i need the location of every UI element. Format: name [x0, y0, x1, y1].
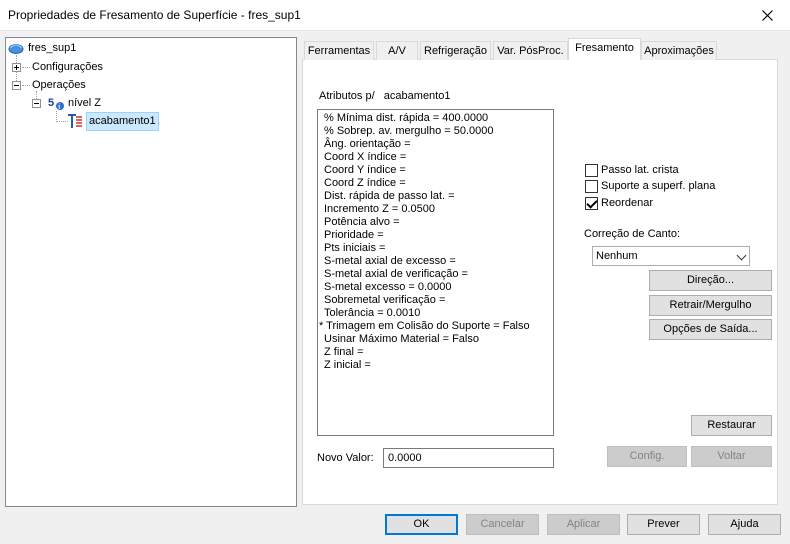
- tab-aproximacoes[interactable]: Aproximações: [641, 41, 717, 60]
- tab-refrigeracao[interactable]: Refrigeração: [420, 41, 491, 60]
- tree-root-label: fres_sup1: [28, 42, 77, 54]
- passo-lat-label: Passo lat. crista: [601, 164, 679, 176]
- config-button[interactable]: Config.: [607, 446, 687, 467]
- correcao-select[interactable]: Nenhum: [592, 246, 750, 266]
- correcao-label: Correção de Canto:: [584, 228, 680, 240]
- list-item[interactable]: Sobremetal verificação =: [324, 294, 553, 307]
- list-item[interactable]: S-metal axial de excesso =: [324, 255, 553, 268]
- svg-text:i: i: [58, 104, 60, 111]
- list-item[interactable]: % Mínima dist. rápida = 400.0000: [324, 112, 553, 125]
- preview-button[interactable]: Prever: [627, 514, 700, 535]
- list-item[interactable]: Incremento Z = 0.0500: [324, 203, 553, 216]
- novo-valor-label: Novo Valor:: [317, 452, 374, 464]
- tree-acabamento-label: acabamento1: [86, 112, 159, 131]
- suporte-checkbox[interactable]: Suporte a superf. plana: [585, 178, 715, 194]
- passo-lat-checkbox[interactable]: Passo lat. crista: [585, 162, 679, 178]
- tab-var-posproc[interactable]: Var. PósProc.: [493, 41, 568, 60]
- tree-configuracoes-label: Configurações: [32, 61, 103, 73]
- direcao-button[interactable]: Direção...: [649, 270, 772, 291]
- apply-button[interactable]: Aplicar: [547, 514, 620, 535]
- suporte-label: Suporte a superf. plana: [601, 180, 716, 192]
- close-button[interactable]: [744, 0, 790, 31]
- operations-tree[interactable]: fres_sup1 Configurações Operações 5 i ní…: [5, 37, 297, 507]
- attributes-label: Atributos p/ acabamento1: [319, 90, 451, 102]
- reordenar-checkbox[interactable]: Reordenar: [585, 195, 653, 211]
- tree-operacoes-label: Operações: [32, 79, 86, 91]
- title-bar: Propriedades de Fresamento de Superfície…: [0, 0, 790, 31]
- list-item[interactable]: Potência alvo =: [324, 216, 553, 229]
- collapse-nivel-z[interactable]: [32, 99, 41, 108]
- list-item[interactable]: * Trimagem em Colisão do Suporte = Falso: [319, 320, 553, 333]
- list-item[interactable]: Pts iniciais =: [324, 242, 553, 255]
- collapse-operacoes[interactable]: [12, 81, 21, 90]
- tab-ferramentas[interactable]: Ferramentas: [304, 41, 374, 60]
- attributes-list[interactable]: % Mínima dist. rápida = 400.0000 % Sobre…: [317, 109, 554, 436]
- list-item[interactable]: Prioridade =: [324, 229, 553, 242]
- novo-valor-input[interactable]: [383, 448, 554, 468]
- surface-icon: [8, 44, 24, 54]
- ok-button[interactable]: OK: [385, 514, 458, 535]
- help-button[interactable]: Ajuda: [708, 514, 781, 535]
- checkbox-box: [585, 163, 598, 177]
- svg-text:5: 5: [48, 97, 54, 109]
- correcao-value: Nenhum: [596, 250, 638, 262]
- checkbox-box: [585, 179, 598, 193]
- voltar-button[interactable]: Voltar: [691, 446, 772, 467]
- operation-icon: 5 i: [48, 97, 64, 111]
- tab-av[interactable]: A/V: [376, 41, 418, 60]
- retrair-mergulho-button[interactable]: Retrair/Mergulho: [649, 295, 772, 316]
- tree-nivel-z-label: nível Z: [68, 97, 102, 109]
- opcoes-saida-button[interactable]: Opções de Saída...: [649, 319, 772, 340]
- checkbox-box-checked: [585, 196, 598, 210]
- list-item[interactable]: Usinar Máximo Material = Falso: [324, 333, 553, 346]
- list-item[interactable]: Coord X índice =: [324, 151, 553, 164]
- list-item[interactable]: Tolerância = 0.0010: [324, 307, 553, 320]
- chevron-down-icon: [736, 250, 747, 261]
- tab-fresamento[interactable]: Fresamento: [568, 38, 641, 60]
- list-item[interactable]: % Sobrep. av. mergulho = 50.0000: [324, 125, 553, 138]
- list-item[interactable]: Coord Z índice =: [324, 177, 553, 190]
- list-item[interactable]: S-metal axial de verificação =: [324, 268, 553, 281]
- list-item[interactable]: Z inicial =: [324, 359, 553, 372]
- toolpath-icon: [68, 114, 82, 128]
- restaurar-button[interactable]: Restaurar: [691, 415, 772, 436]
- cancel-button[interactable]: Cancelar: [466, 514, 539, 535]
- list-item[interactable]: Dist. rápida de passo lat. =: [324, 190, 553, 203]
- close-icon: [761, 10, 773, 21]
- expand-configuracoes[interactable]: [12, 63, 21, 72]
- list-item[interactable]: Z final =: [324, 346, 553, 359]
- tree-node-configuracoes[interactable]: Configurações: [32, 59, 103, 76]
- reordenar-label: Reordenar: [601, 197, 653, 209]
- tree-node-operacoes[interactable]: Operações: [32, 77, 86, 94]
- list-item[interactable]: Âng. orientação =: [324, 138, 553, 151]
- list-item[interactable]: Coord Y índice =: [324, 164, 553, 177]
- list-item[interactable]: S-metal excesso = 0.0000: [324, 281, 553, 294]
- window-title: Propriedades de Fresamento de Superfície…: [8, 8, 301, 22]
